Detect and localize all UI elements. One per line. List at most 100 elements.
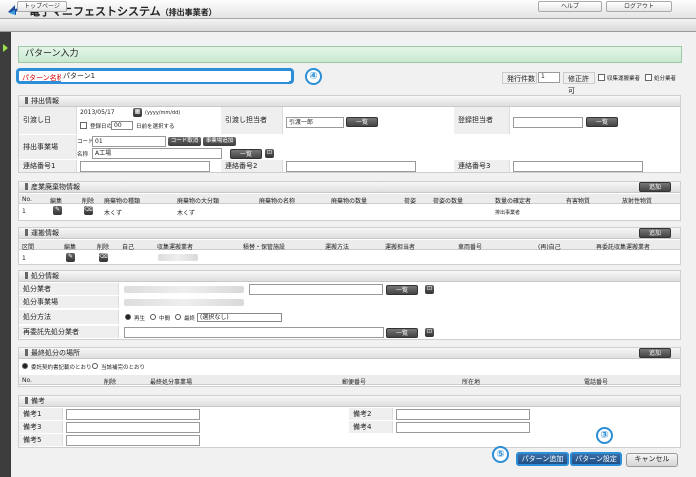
disposal-site-label: 処分事業場 (19, 296, 119, 308)
disposer-list-button[interactable]: 一覧 (386, 285, 418, 295)
edit-pencil-icon[interactable]: ✎ (66, 253, 75, 262)
code-cancel-button[interactable]: コード取消 (168, 137, 201, 146)
disposer-detail-icon[interactable]: ⊡ (425, 285, 434, 294)
cancel-button[interactable]: キャンセル (626, 453, 678, 467)
remark4-label: 備考4 (349, 421, 393, 433)
handover-list-button[interactable]: 一覧 (346, 117, 378, 127)
set-pattern-button[interactable]: パターン設定 (570, 452, 622, 466)
site-add-button[interactable]: 事業場追加 (203, 137, 236, 146)
waste-row-confirmer: 排出事業者 (495, 210, 521, 216)
registrant-label: 登録担当者 (454, 107, 510, 134)
add-pattern-button[interactable]: パターン追加 (516, 452, 569, 466)
issue-count-input[interactable]: 1 (538, 72, 560, 83)
pattern-name-input[interactable]: パターン1 (61, 71, 289, 82)
transport-col-delete: 削除 (97, 244, 110, 251)
remark3-input[interactable] (66, 422, 200, 433)
contact2-input[interactable] (286, 161, 416, 172)
remark1-label: 備考1 (19, 408, 63, 420)
disposer-label: 処分業者 (19, 283, 119, 295)
disposal-site-redacted (124, 299, 244, 306)
disposal-method-label: 処分方法 (19, 310, 119, 324)
edit-pencil-icon[interactable]: ✎ (53, 206, 62, 215)
resub-list-button[interactable]: 一覧 (386, 328, 418, 338)
method-final-radio[interactable] (175, 314, 181, 320)
site-code-input[interactable]: 01 (92, 136, 166, 147)
nav-logout-button[interactable]: ログアウト (606, 1, 672, 12)
method-final-label: 最終 (184, 316, 196, 322)
final-col-delete: 削除 (104, 379, 117, 386)
transport-col-section: 区間 (22, 244, 35, 251)
waste-section-title: 産業廃棄物情報 (31, 183, 80, 191)
remark5-label: 備考5 (19, 434, 63, 446)
handover-date-label: 引渡し日 (19, 107, 77, 134)
final-col-address: 所在地 (462, 379, 481, 386)
permit-transporter-label: 収集運搬業者 (607, 76, 641, 82)
final-contract-label: 委託契約書記載のとおり (31, 365, 92, 371)
issue-count-label: 発行件数 (502, 72, 537, 84)
waste-row-no: 1 (22, 208, 26, 215)
remark3-label: 備考3 (19, 421, 63, 433)
disposer-redacted (124, 286, 244, 293)
transport-col-reself: (再)自己 (538, 244, 561, 251)
carrier-redacted (158, 254, 198, 261)
auto-date-suffix: 日前を選択する (136, 124, 175, 130)
permit-disposer-checkbox[interactable] (645, 74, 652, 81)
remark2-input[interactable] (396, 409, 530, 420)
method-recycle-radio[interactable] (125, 314, 131, 320)
calendar-icon[interactable]: ▦ (133, 108, 142, 117)
transport-col-facility: 積替・保管施設 (243, 244, 286, 251)
waste-col-packqty: 荷姿の数量 (433, 198, 464, 205)
site-list-button[interactable]: 一覧 (230, 149, 262, 159)
transport-section-title: 運搬情報 (31, 229, 59, 237)
waste-col-name: 廃棄物の名称 (259, 198, 296, 205)
permit-transporter-checkbox[interactable] (598, 74, 605, 81)
final-col-no: No. (22, 377, 32, 384)
remark4-input[interactable] (396, 422, 530, 433)
emission-section-title: 排出情報 (31, 97, 59, 105)
registrant-input[interactable] (513, 117, 583, 128)
remark5-input[interactable] (66, 435, 200, 446)
waste-col-edit: 編集 (50, 198, 63, 205)
transport-col-carrier: 収集運搬業者 (157, 244, 194, 251)
site-detail-icon[interactable]: ⊡ (265, 149, 274, 158)
resub-detail-icon[interactable]: ⊡ (425, 328, 434, 337)
transport-col-person: 運搬担当者 (385, 244, 416, 251)
side-panel-toggle[interactable] (0, 32, 11, 477)
final-add-button[interactable]: 追加 (639, 348, 671, 358)
waste-add-button[interactable]: 追加 (639, 182, 671, 192)
delete-trash-icon[interactable]: ⌫ (99, 253, 108, 262)
contact3-input[interactable] (513, 161, 643, 172)
site-name-input[interactable]: A工場 (92, 148, 222, 159)
method-intermediate-radio[interactable] (150, 314, 156, 320)
contact1-input[interactable] (80, 161, 210, 172)
nav-help-button[interactable]: ヘルプ (538, 1, 602, 12)
resub-disposer-input[interactable] (124, 327, 384, 338)
contact1-label: 連絡番号1 (19, 160, 77, 172)
handover-date-value[interactable]: 2013/05/17 (80, 109, 115, 116)
remark1-input[interactable] (66, 409, 200, 420)
delete-trash-icon[interactable]: ⌫ (84, 206, 93, 215)
final-supplement-radio[interactable] (92, 363, 98, 369)
permit-disposer-label: 処分業者 (654, 76, 677, 82)
handover-person-label: 引渡し担当者 (221, 107, 283, 134)
pattern-name-label: パターン名称 (22, 74, 64, 82)
auto-date-checkbox[interactable] (80, 122, 87, 129)
transport-col-vehicle: 車両番号 (458, 244, 483, 251)
registrant-list-button[interactable]: 一覧 (586, 117, 618, 127)
final-contract-radio[interactable] (22, 363, 28, 369)
disposal-method-select[interactable]: (選択なし) (197, 313, 282, 322)
method-intermediate-label: 中間 (159, 316, 171, 322)
disposer-input[interactable] (249, 284, 383, 295)
final-col-phone: 電話番号 (584, 379, 609, 386)
transport-add-button[interactable]: 追加 (639, 228, 671, 238)
remark2-label: 備考2 (349, 408, 393, 420)
nav-top-button[interactable]: トップページ (17, 1, 67, 12)
final-col-site: 最終処分事業場 (150, 379, 193, 386)
handover-person-input[interactable]: 引渡一郎 (286, 117, 344, 128)
transport-col-self: 自己 (122, 244, 135, 251)
waste-col-qty: 廃棄物の数量 (331, 198, 368, 205)
waste-col-type: 廃棄物の種類 (104, 198, 141, 205)
auto-date-label: 登録日の (90, 124, 113, 130)
auto-day-select[interactable]: 00 (111, 121, 133, 130)
expand-arrow-icon[interactable] (3, 44, 8, 52)
